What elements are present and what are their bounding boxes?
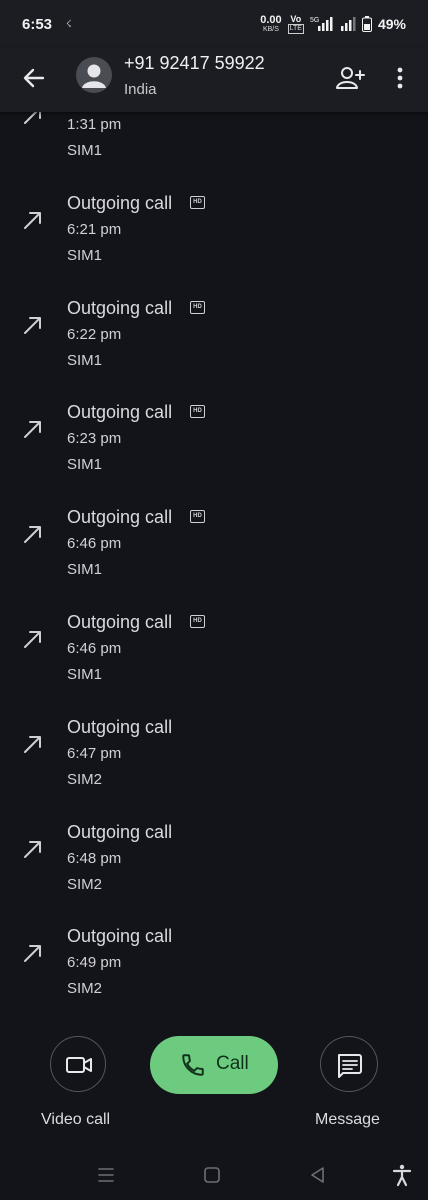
call-sim: SIM1 [67,561,103,579]
outgoing-call-arrow-icon [24,735,41,753]
battery-icon [361,16,372,32]
call-time: 6:47 pm [67,744,122,762]
call-sim: SIM2 [67,875,103,893]
call-time: 6:49 pm [67,954,122,972]
call-log-row[interactable]: Outgoing call HD 6:46 pm SIM1 [0,507,428,612]
call-type: Outgoing call [67,926,173,947]
action-bar: Video call Call Message [0,1024,428,1150]
usb-icon: ☇ [66,18,72,30]
avatar[interactable] [76,57,112,93]
volte-top: Vo [290,14,302,24]
contact-header: +91 92417 59922 India [0,48,428,112]
call-history-list[interactable]: Outgoing call 1:31 pm SIM1 Outgoing call HD 6… [0,112,428,1024]
hd-voice-icon: HD [190,510,205,524]
video-call-button[interactable] [50,1036,106,1092]
network-speed: 0.00 KB/S [260,13,282,34]
accessibility-icon[interactable] [390,1163,414,1187]
outgoing-call-arrow-icon [24,316,41,334]
call-sim: SIM1 [67,142,103,159]
hd-voice-icon: HD [190,614,205,628]
call-log-row[interactable]: Outgoing call 6:48 pm SIM2 [0,822,428,927]
network-type-label: 5G [310,17,319,24]
net-speed-value: 0.00 [260,13,282,26]
outgoing-call-arrow-icon [24,526,41,544]
outgoing-call-arrow-icon [24,945,41,963]
call-sim: SIM2 [67,770,103,788]
recents-menu-icon[interactable] [94,1163,118,1187]
call-time: 6:22 pm [67,325,122,343]
contact-country: India [124,81,157,98]
outgoing-call-arrow-icon [24,421,41,439]
call-time: 6:46 pm [67,535,122,553]
call-type: Outgoing call [67,716,173,737]
battery-percent: 49% [377,16,406,32]
call-sim: SIM1 [67,456,103,474]
call-type: Outgoing call [67,297,173,318]
home-square-icon[interactable] [200,1163,224,1187]
call-sim: SIM2 [67,980,103,998]
phone-icon [182,1054,204,1076]
add-contact-icon[interactable] [334,62,366,94]
call-type: Outgoing call [67,611,173,632]
call-type: Outgoing call [67,507,173,528]
call-log-row[interactable]: Outgoing call HD 6:21 pm SIM1 [0,193,428,298]
signal-bars-icon [340,17,356,31]
call-log-row[interactable]: Outgoing call 6:47 pm SIM2 [0,717,428,822]
message-button[interactable] [320,1036,378,1092]
hd-voice-icon: HD [190,300,205,314]
net-speed-unit: KB/S [262,25,279,33]
outgoing-call-arrow-icon [24,112,41,124]
outgoing-call-arrow-icon [24,211,41,229]
call-sim: SIM1 [67,246,103,264]
call-time: 6:23 pm [67,430,122,448]
status-bar: 6:53 ☇ 0.00 KB/S Vo LTE 5G 49% [0,0,428,48]
call-history-items: Outgoing call 1:31 pm SIM1 Outgoing call HD 6… [0,112,428,1024]
outgoing-call-arrow-icon [24,840,41,858]
signal-5g-icon: 5G [310,17,333,31]
video-camera-icon [66,1057,92,1073]
call-log-row[interactable]: Outgoing call HD 6:46 pm SIM1 [0,612,428,717]
call-type: Outgoing call [67,192,173,213]
volte-bottom: LTE [287,24,304,34]
call-log-row[interactable]: Outgoing call HD 6:22 pm SIM1 [0,298,428,403]
system-nav-bar [0,1150,428,1200]
call-time: 6:48 pm [67,849,122,867]
status-time: 6:53 [22,15,53,33]
hd-voice-icon: HD [190,195,205,209]
call-log-row[interactable]: Outgoing call1:31 pmSIM1 [0,112,428,193]
outgoing-call-arrow-icon [24,630,41,648]
message-label: Message [315,1111,380,1128]
call-type: Outgoing call [67,821,173,842]
call-time: 1:31 pm [67,116,122,133]
call-button[interactable]: Call [150,1036,278,1094]
call-log-row[interactable]: Outgoing call 6:49 pm SIM2 [0,926,428,1024]
avatar-person-icon [82,64,106,88]
message-icon [338,1054,362,1078]
contact-number: +91 92417 59922 [124,53,265,73]
back-arrow-icon[interactable] [18,62,50,94]
call-sim: SIM1 [67,665,103,683]
back-triangle-icon[interactable] [306,1163,330,1187]
call-time: 6:46 pm [67,639,122,657]
hd-voice-icon: HD [190,405,205,419]
volte-badge: Vo LTE [287,14,304,34]
call-label: Call [216,1053,249,1074]
call-log-row[interactable]: Outgoing call HD 6:23 pm SIM1 [0,402,428,507]
more-vert-icon[interactable] [386,62,414,94]
call-type: Outgoing call [67,402,173,423]
video-call-label: Video call [41,1111,111,1128]
call-time: 6:21 pm [67,220,122,238]
status-indicators: 0.00 KB/S Vo LTE 5G 49% [260,14,406,34]
call-sim: SIM1 [67,351,103,369]
